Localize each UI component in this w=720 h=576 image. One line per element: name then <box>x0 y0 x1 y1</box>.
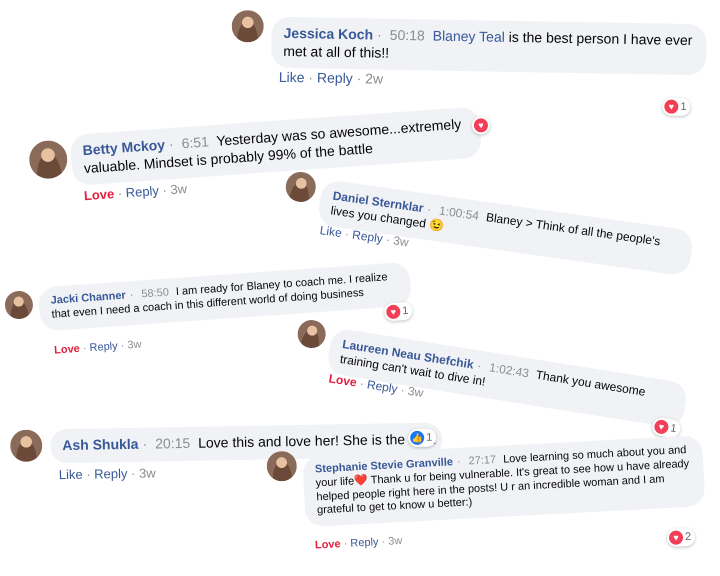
comment-age[interactable]: 3w <box>127 339 142 352</box>
comment-age[interactable]: 3w <box>139 465 156 480</box>
love-button[interactable]: Love <box>328 371 358 389</box>
love-button[interactable]: Love <box>83 186 114 203</box>
commenter-name[interactable]: Jessica Koch <box>283 25 373 43</box>
comment-age[interactable]: 3w <box>388 535 403 548</box>
love-button[interactable]: Love <box>315 538 341 551</box>
reaction-summary[interactable]: ♥ <box>471 115 491 135</box>
love-reaction-icon: ♥ <box>653 418 670 435</box>
avatar[interactable] <box>10 429 43 462</box>
reply-button[interactable]: Reply <box>350 536 379 549</box>
avatar[interactable] <box>231 10 264 43</box>
tagged-person[interactable]: Blaney Teal <box>433 28 505 45</box>
separator: · <box>129 288 134 302</box>
timestamp-link[interactable]: 50:18 <box>390 27 425 44</box>
comment-bubble: Jessica Koch · 50:18 Blaney Teal is the be… <box>270 16 707 76</box>
avatar[interactable] <box>266 450 298 482</box>
timestamp-link[interactable]: 20:15 <box>155 435 190 452</box>
avatar[interactable] <box>4 290 34 320</box>
comment-bubble: Betty Mckoy · 6:51 Yesterday was so awesom… <box>69 106 483 186</box>
like-reaction-icon: 👍 <box>410 430 425 446</box>
reaction-count: 1 <box>401 304 409 318</box>
like-button[interactable]: Like <box>319 223 343 240</box>
reply-button[interactable]: Reply <box>317 69 353 86</box>
comment-bubble: Jacki Channer · 58:50 I am ready for Blane… <box>37 261 412 332</box>
avatar[interactable] <box>295 318 328 351</box>
comment-bubble: Laureen Neau Shefchik · 1:02:43 Thank you … <box>325 327 689 430</box>
comment-age[interactable]: 3w <box>407 384 424 400</box>
love-reaction-icon: ♥ <box>668 530 684 546</box>
love-reaction-icon: ♥ <box>473 117 489 133</box>
reaction-count: 1 <box>669 422 678 436</box>
comment-age[interactable]: 3w <box>392 233 409 249</box>
comment-text: Love learning so much about you and your… <box>315 444 690 517</box>
comment-text: Love this and love her! She is the best <box>197 430 436 451</box>
avatar[interactable] <box>283 170 318 204</box>
timestamp-link[interactable]: 27:17 <box>468 454 496 467</box>
comment-actions: Love · Reply · 3w <box>314 534 403 552</box>
reply-button[interactable]: Reply <box>94 466 128 482</box>
reaction-count: 1 <box>426 431 433 444</box>
avatar[interactable] <box>28 139 69 180</box>
comment-actions: Like · Reply · 2w <box>278 68 384 87</box>
timestamp-link[interactable]: 1:02:43 <box>488 360 530 380</box>
reaction-summary[interactable]: 👍 1 <box>408 428 437 448</box>
reply-button[interactable]: Reply <box>125 183 159 200</box>
timestamp-link[interactable]: 6:51 <box>181 133 209 151</box>
comment-bubble: Daniel Sternklar · 1:00:54 Blaney > Think … <box>316 178 695 277</box>
reaction-summary[interactable]: ♥ 2 <box>666 527 696 548</box>
reaction-count: 2 <box>684 530 692 544</box>
separator: · <box>376 26 382 43</box>
comment-actions: Love · Reply · 3w <box>53 338 142 357</box>
love-reaction-icon: ♥ <box>385 304 401 320</box>
timestamp-link[interactable]: 58:50 <box>141 287 169 301</box>
like-button[interactable]: Like <box>279 69 305 85</box>
reaction-summary[interactable]: ♥ 1 <box>662 97 691 117</box>
reply-button[interactable]: Reply <box>351 228 383 246</box>
like-button[interactable]: Like <box>59 467 83 482</box>
comment-age[interactable]: 2w <box>365 70 383 86</box>
reaction-summary[interactable]: ♥ 1 <box>383 301 414 322</box>
separator: · <box>426 201 433 217</box>
reaction-count: 1 <box>680 100 687 113</box>
love-button[interactable]: Love <box>54 343 80 357</box>
commenter-name[interactable]: Ash Shukla <box>62 436 139 453</box>
separator: · <box>168 135 175 153</box>
separator: · <box>456 455 461 469</box>
separator: · <box>476 358 483 373</box>
reply-button[interactable]: Reply <box>89 340 118 354</box>
separator: · <box>142 435 148 452</box>
love-reaction-icon: ♥ <box>664 99 679 114</box>
comment-age[interactable]: 3w <box>170 181 188 197</box>
comment-actions: Love · Reply · 3w <box>83 181 188 204</box>
comment-actions: Like · Reply · 3w <box>58 465 156 483</box>
